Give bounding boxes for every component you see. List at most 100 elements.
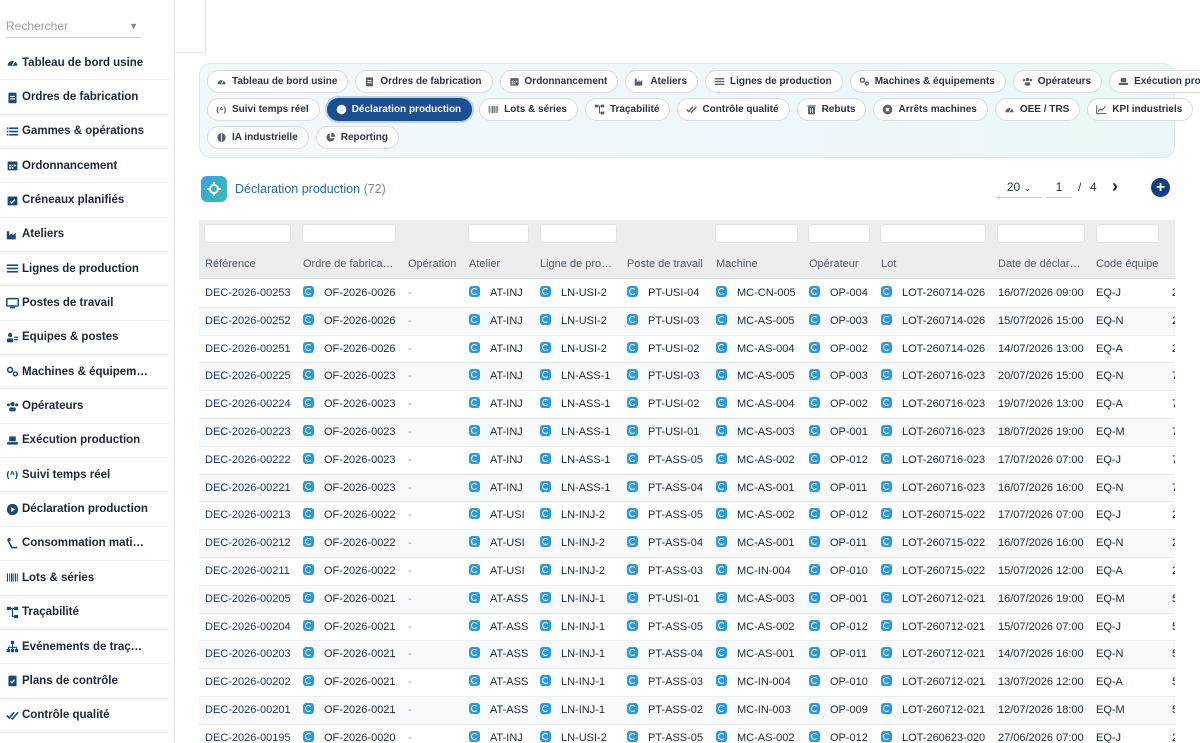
- column-filter-input[interactable]: [204, 224, 291, 243]
- link-icon[interactable]: [881, 591, 892, 603]
- sidebar-item-declaration-production[interactable]: Déclaration production: [0, 492, 170, 527]
- link-icon[interactable]: [627, 647, 638, 659]
- link-icon[interactable]: [881, 508, 892, 520]
- link-icon[interactable]: [627, 675, 638, 687]
- table-cell[interactable]: DEC-2026-00221: [205, 475, 297, 503]
- link-icon[interactable]: [809, 341, 820, 353]
- link-icon[interactable]: [881, 563, 892, 575]
- table-row[interactable]: DEC-2026-00195 OF-2026-0020- AT-INJ LN-USI-…: [199, 724, 1175, 743]
- table-cell[interactable]: DEC-2026-00253: [205, 280, 297, 308]
- link-icon[interactable]: [469, 702, 480, 714]
- link-icon[interactable]: [627, 369, 638, 381]
- sidebar-item-consommation-mati[interactable]: Consommation mati…: [0, 527, 170, 562]
- table-cell[interactable]: DEC-2026-00223: [205, 419, 297, 447]
- sidebar-item-ordonnancement[interactable]: Ordonnancement: [0, 149, 170, 184]
- module-chip-ia-industrielle[interactable]: IA industrielle: [207, 126, 309, 149]
- link-icon[interactable]: [809, 702, 820, 714]
- column-header[interactable]: Lot: [881, 249, 991, 279]
- column-header[interactable]: Opération: [408, 249, 462, 279]
- table-row[interactable]: DEC-2026-00201 OF-2026-0021- AT-ASS LN-INJ-…: [199, 696, 1175, 725]
- link-icon[interactable]: [627, 313, 638, 325]
- link-icon[interactable]: [809, 536, 820, 548]
- link-icon[interactable]: [809, 675, 820, 687]
- link-icon[interactable]: [540, 424, 551, 436]
- link-icon[interactable]: [540, 397, 551, 409]
- link-icon[interactable]: [627, 286, 638, 297]
- link-icon[interactable]: [627, 480, 638, 492]
- link-icon[interactable]: [469, 730, 480, 742]
- table-cell[interactable]: DEC-2026-00195: [205, 725, 297, 743]
- sidebar-item-ateliers[interactable]: Ateliers: [0, 218, 170, 253]
- plus-circle-icon[interactable]: +: [1151, 178, 1170, 197]
- link-icon[interactable]: [809, 730, 820, 742]
- link-icon[interactable]: [303, 452, 314, 464]
- sidebar-item-creneaux-planifies[interactable]: Créneaux planifiés: [0, 183, 170, 218]
- sidebar-item-lignes-de-production[interactable]: Lignes de production: [0, 252, 170, 287]
- link-icon[interactable]: [627, 591, 638, 603]
- link-icon[interactable]: [469, 424, 480, 436]
- link-icon[interactable]: [469, 369, 480, 381]
- table-cell[interactable]: DEC-2026-00224: [205, 391, 297, 419]
- table-row[interactable]: DEC-2026-00202 OF-2026-0021- AT-ASS LN-INJ-…: [199, 669, 1175, 697]
- table-cell[interactable]: DEC-2026-00204: [205, 614, 297, 642]
- link-icon[interactable]: [716, 480, 727, 492]
- column-filter-input[interactable]: [808, 224, 870, 243]
- sidebar-item-plans-de-controle[interactable]: Plans de contrôle: [0, 664, 170, 699]
- link-icon[interactable]: [881, 702, 892, 714]
- link-icon[interactable]: [881, 730, 892, 742]
- link-icon[interactable]: [303, 341, 314, 353]
- module-chip-ordres-de-fabrication[interactable]: Ordres de fabrication: [355, 70, 493, 93]
- link-icon[interactable]: [540, 702, 551, 714]
- module-chip-tableau-de-bord-usine[interactable]: Tableau de bord usine: [207, 70, 349, 93]
- module-chip-controle-qualite[interactable]: Contrôle qualité: [677, 98, 790, 121]
- link-icon[interactable]: [627, 536, 638, 548]
- link-icon[interactable]: [809, 424, 820, 436]
- column-filter-input[interactable]: [468, 224, 529, 243]
- table-row[interactable]: DEC-2026-00222 OF-2026-0023- AT-INJ LN-ASS-…: [199, 446, 1175, 475]
- link-icon[interactable]: [716, 397, 727, 409]
- module-chip-oee-trs[interactable]: OEE / TRS: [994, 98, 1081, 121]
- table-row[interactable]: DEC-2026-00225 OF-2026-0023- AT-INJ LN-ASS-…: [199, 363, 1175, 392]
- link-icon[interactable]: [881, 369, 892, 381]
- table-row[interactable]: DEC-2026-00204 OF-2026-0021- AT-ASS LN-INJ-…: [199, 613, 1175, 642]
- column-filter-input[interactable]: [997, 224, 1085, 243]
- column-filter-input[interactable]: [302, 224, 396, 243]
- link-icon[interactable]: [540, 591, 551, 603]
- link-icon[interactable]: [716, 313, 727, 325]
- link-icon[interactable]: [469, 313, 480, 325]
- module-chip-lots-series[interactable]: Lots & séries: [479, 98, 578, 121]
- link-icon[interactable]: [303, 369, 314, 381]
- link-icon[interactable]: [540, 536, 551, 548]
- link-icon[interactable]: [303, 702, 314, 714]
- module-chip-kpi-industriels[interactable]: KPI industriels: [1087, 98, 1194, 121]
- table-row[interactable]: DEC-2026-00212 OF-2026-0022- AT-USI LN-INJ-…: [199, 530, 1175, 558]
- link-icon[interactable]: [303, 286, 314, 297]
- sidebar-item-lots-series[interactable]: Lots & séries: [0, 561, 170, 596]
- link-icon[interactable]: [469, 647, 480, 659]
- link-icon[interactable]: [303, 480, 314, 492]
- link-icon[interactable]: [881, 341, 892, 353]
- link-icon[interactable]: [881, 424, 892, 436]
- column-header[interactable]: Poste de travail: [627, 249, 709, 279]
- link-icon[interactable]: [627, 397, 638, 409]
- link-icon[interactable]: [469, 286, 480, 297]
- sidebar-item-suivi-temps-reel[interactable]: (ᴬ) Suivi temps réel: [0, 458, 170, 493]
- sidebar-item-postes-de-travail[interactable]: Postes de travail: [0, 286, 170, 321]
- link-icon[interactable]: [540, 508, 551, 520]
- link-icon[interactable]: [881, 619, 892, 631]
- link-icon[interactable]: [469, 675, 480, 687]
- link-icon[interactable]: [809, 397, 820, 409]
- column-filter-input[interactable]: [715, 224, 798, 243]
- module-chip-declaration-production[interactable]: Déclaration production: [326, 98, 473, 121]
- link-icon[interactable]: [469, 563, 480, 575]
- link-icon[interactable]: [716, 619, 727, 631]
- column-filter-input[interactable]: [880, 224, 986, 243]
- sidebar-item-operateurs[interactable]: Opérateurs: [0, 389, 170, 424]
- link-icon[interactable]: [716, 508, 727, 520]
- link-icon[interactable]: [627, 563, 638, 575]
- link-icon[interactable]: [303, 397, 314, 409]
- module-chip-tracabilite[interactable]: Traçabilité: [584, 98, 671, 121]
- table-row[interactable]: DEC-2026-00211 OF-2026-0022- AT-USI LN-INJ-…: [199, 557, 1175, 586]
- link-icon[interactable]: [469, 397, 480, 409]
- column-header[interactable]: Code équipe: [1096, 249, 1166, 279]
